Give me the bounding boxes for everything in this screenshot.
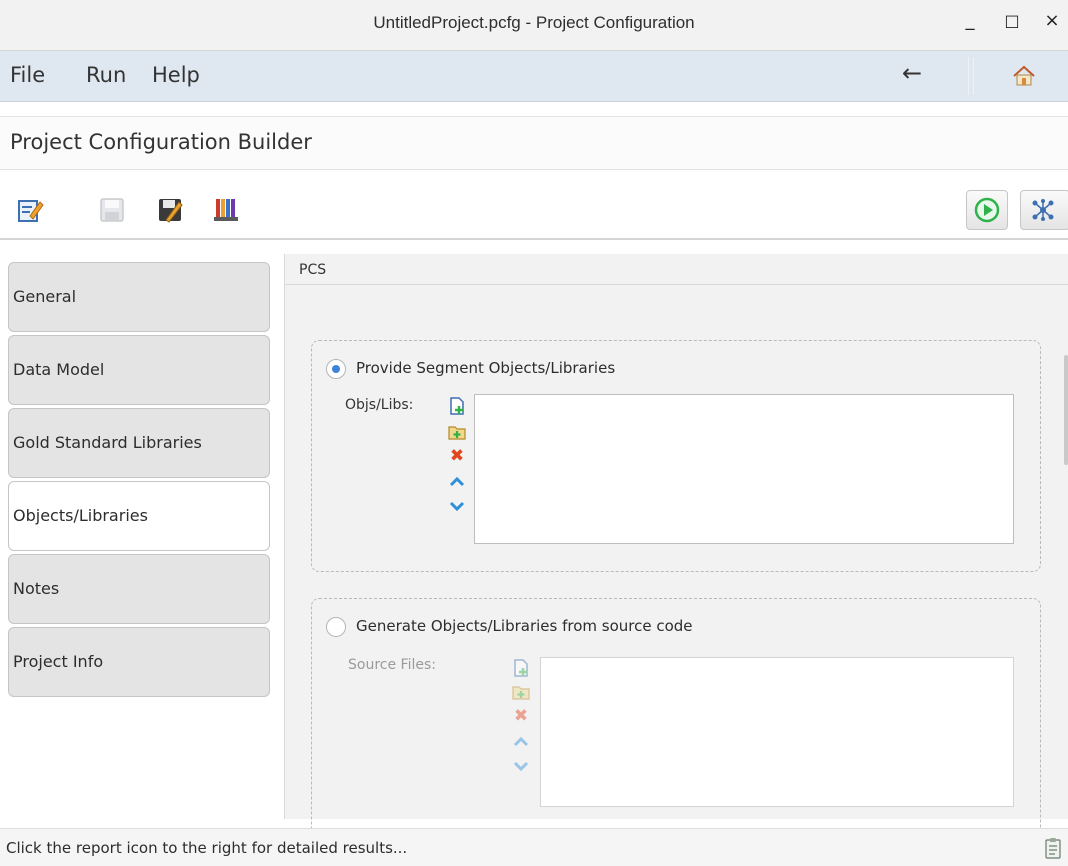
toolbar [0,182,1068,240]
network-button[interactable] [1020,190,1068,230]
remove-icon[interactable]: ✖ [448,447,466,465]
status-bar: Click the report icon to the right for d… [0,828,1068,866]
move-down-icon[interactable] [448,497,466,515]
menu-help[interactable]: Help [152,63,200,87]
tab-gold-standard-libraries[interactable]: Gold Standard Libraries [8,408,270,478]
library-icon[interactable] [212,196,240,224]
page-title-bar: Project Configuration Builder [0,116,1068,170]
generate-objects-group: Generate Objects/Libraries from source c… [311,598,1041,838]
tab-label: Notes [13,579,60,598]
network-icon [1032,199,1054,221]
save-as-icon[interactable] [156,196,184,224]
menu-separator [968,57,974,95]
main-panel: PCS Provide Segment Objects/Libraries Ob… [284,254,1068,838]
menu-bar: File Run Help ← [0,51,1068,102]
title-bar: UntitledProject.pcfg - Project Configura… [0,0,1068,51]
section-title: PCS [299,262,327,278]
move-up-icon[interactable] [448,473,466,491]
move-down-icon[interactable] [512,757,530,775]
tab-general[interactable]: General [8,262,270,332]
edit-icon[interactable] [16,196,44,224]
close-button[interactable]: × [1040,10,1064,36]
add-folder-icon[interactable] [448,423,466,441]
tab-objects-libraries[interactable]: Objects/Libraries [8,481,270,551]
tab-label: Data Model [13,360,105,379]
minimize-button[interactable]: _ [958,10,982,36]
objs-libs-label: Objs/Libs: [345,397,414,413]
remove-icon[interactable]: ✖ [512,707,530,725]
provide-objects-label: Provide Segment Objects/Libraries [356,359,616,377]
save-icon[interactable] [98,196,126,224]
maximize-button[interactable]: □ [1000,11,1024,37]
play-icon [974,197,1000,223]
status-text: Click the report icon to the right for d… [6,839,408,857]
move-up-icon[interactable] [512,733,530,751]
report-icon[interactable] [1044,837,1062,859]
source-files-label: Source Files: [348,657,436,673]
window-title: UntitledProject.pcfg - Project Configura… [373,13,695,32]
page-title: Project Configuration Builder [10,130,312,154]
back-arrow-icon[interactable]: ← [902,59,922,87]
tab-label: Objects/Libraries [13,506,148,525]
tab-notes[interactable]: Notes [8,554,270,624]
objs-libs-list[interactable] [474,394,1014,544]
home-icon[interactable] [1012,64,1036,88]
tab-data-model[interactable]: Data Model [8,335,270,405]
provide-objects-radio[interactable] [326,359,346,379]
tab-project-info[interactable]: Project Info [8,627,270,697]
scrollbar-thumb[interactable] [1064,355,1068,465]
add-file-icon[interactable] [448,397,466,415]
tab-label: Project Info [13,652,104,671]
add-folder-icon[interactable] [512,683,530,701]
tab-label: Gold Standard Libraries [13,433,202,452]
menu-run[interactable]: Run [86,63,126,87]
provide-objects-group: Provide Segment Objects/Libraries Objs/L… [311,340,1041,572]
section-divider [285,284,1068,285]
generate-objects-label: Generate Objects/Libraries from source c… [356,617,693,635]
menu-file[interactable]: File [10,63,45,87]
add-file-icon[interactable] [512,659,530,677]
tab-label: General [13,287,77,306]
generate-objects-radio[interactable] [326,617,346,637]
source-files-list[interactable] [540,657,1014,807]
run-button[interactable] [966,190,1008,230]
